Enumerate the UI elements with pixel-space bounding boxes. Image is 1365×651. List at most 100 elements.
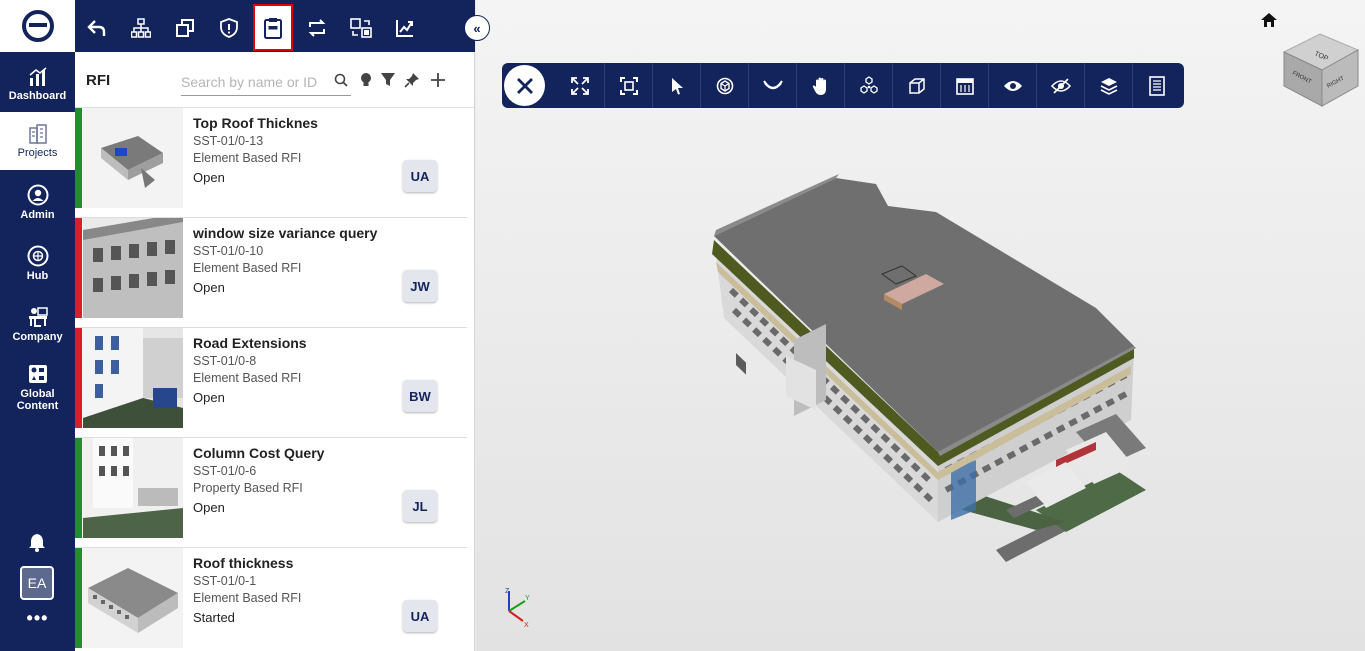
assignee-badge[interactable]: JL [403, 490, 437, 522]
fit-view-button[interactable] [604, 63, 652, 108]
rfi-id: SST-01/0-8 [193, 354, 257, 368]
rfi-panel: RFI To [75, 52, 475, 651]
expand-icon [571, 76, 589, 95]
back-button[interactable] [77, 6, 117, 50]
rfi-thumbnail [83, 328, 183, 428]
analytics-button[interactable] [385, 6, 425, 50]
status-color-bar [75, 548, 82, 648]
rfi-type: Element Based RFI [193, 261, 302, 275]
sync-icon [308, 19, 326, 37]
nav-global-content[interactable]: Global Content [0, 356, 75, 418]
hide-button[interactable] [1036, 63, 1084, 108]
axis-y-label: Y [525, 595, 530, 602]
status-color-bar [75, 438, 82, 538]
add-rfi-button[interactable] [429, 71, 447, 94]
rfi-type: Property Based RFI [193, 481, 303, 495]
view-navigation-cube[interactable]: TOP FRONT RIGHT [1282, 30, 1362, 110]
issues-button[interactable] [209, 6, 249, 50]
search-icon[interactable] [334, 73, 348, 92]
rfi-card[interactable]: Road Extensions SST-01/0-8 Element Based… [75, 328, 467, 438]
look-curve-icon [762, 79, 783, 89]
section-box-button[interactable] [892, 63, 940, 108]
company-logo[interactable] [0, 0, 75, 52]
nav-hub[interactable]: Hub [0, 234, 75, 292]
left-nav-rail: Dashboard Projects Admin Hub Company Glo… [0, 0, 75, 651]
hierarchy-icon [131, 18, 151, 38]
compare-icon [350, 18, 372, 38]
orbit-tool-button[interactable] [700, 63, 748, 108]
rfi-title: Top Roof Thicknes [193, 115, 318, 131]
document-icon [1148, 75, 1165, 96]
status-color-bar [75, 108, 82, 208]
rfi-title: Column Cost Query [193, 445, 325, 461]
rfi-thumbnail [83, 218, 183, 318]
compare-button[interactable] [341, 6, 381, 50]
rfi-status: Open [193, 170, 225, 185]
axis-x-label: X [524, 622, 529, 629]
building-3d-model[interactable] [676, 170, 1176, 600]
rfi-thumbnail [83, 108, 183, 208]
nav-admin[interactable]: Admin [0, 173, 75, 231]
properties-button[interactable] [1132, 63, 1180, 108]
user-avatar[interactable]: EA [20, 566, 54, 600]
notifications-button[interactable] [27, 532, 47, 557]
nav-hub-label: Hub [26, 269, 49, 282]
pin-icon[interactable] [404, 72, 420, 93]
rfi-card[interactable]: Column Cost Query SST-01/0-6 Property Ba… [75, 438, 467, 548]
rfi-card[interactable]: Top Roof Thicknes SST-01/0-13 Element Ba… [75, 108, 467, 218]
orbit-icon [716, 77, 733, 94]
close-viewer-button[interactable] [504, 65, 545, 106]
rfi-card[interactable]: Roof thickness SST-01/0-1 Element Based … [75, 548, 467, 651]
status-color-bar [75, 218, 82, 318]
cube-outline-icon [908, 77, 925, 94]
rfi-card[interactable]: window size variance query SST-01/0-10 E… [75, 218, 467, 328]
fullscreen-button[interactable] [556, 63, 604, 108]
home-icon [1261, 13, 1277, 27]
section-plane-button[interactable] [940, 63, 988, 108]
rfi-title: Roof thickness [193, 555, 294, 571]
panel-title: RFI [86, 72, 111, 89]
undo-arrow-icon [87, 20, 106, 36]
more-menu-button[interactable]: ••• [0, 608, 75, 629]
nav-company[interactable]: Company [0, 295, 75, 353]
assignee-badge[interactable]: UA [403, 600, 437, 632]
search-input[interactable] [181, 68, 351, 96]
axis-z-label: Z [505, 588, 510, 595]
rfi-list: Top Roof Thicknes SST-01/0-13 Element Ba… [75, 108, 474, 651]
analytics-icon [396, 20, 413, 37]
copy-button[interactable] [165, 6, 205, 50]
layers-settings-icon [1100, 77, 1117, 95]
nav-projects-label: Projects [17, 146, 58, 159]
home-view-button[interactable] [1260, 12, 1278, 33]
cursor-icon [671, 77, 683, 94]
eye-icon [1003, 80, 1022, 91]
sync-button[interactable] [297, 6, 337, 50]
rfi-status: Open [193, 390, 225, 405]
rfi-id: SST-01/0-10 [193, 244, 264, 258]
lightbulb-icon[interactable] [359, 72, 373, 93]
rfi-thumbnail [83, 548, 183, 648]
filter-icon[interactable] [380, 72, 396, 93]
look-around-button[interactable] [748, 63, 796, 108]
hierarchy-button[interactable] [121, 6, 161, 50]
explode-view-button[interactable] [844, 63, 892, 108]
rfi-id: SST-01/0-1 [193, 574, 257, 588]
pan-tool-button[interactable] [796, 63, 844, 108]
panel-header: RFI [75, 52, 474, 108]
assignee-badge[interactable]: JW [403, 270, 437, 302]
assignee-badge[interactable]: UA [403, 160, 437, 192]
rfi-tool-button[interactable] [253, 4, 293, 51]
nav-dashboard[interactable]: Dashboard [0, 55, 75, 113]
layers-button[interactable] [1084, 63, 1132, 108]
fit-frame-icon [619, 76, 638, 95]
rfi-status: Open [193, 280, 225, 295]
model-viewer[interactable]: TOP FRONT RIGHT Z Y X [476, 0, 1365, 651]
hand-icon [812, 77, 826, 95]
assignee-badge[interactable]: BW [403, 380, 437, 412]
show-all-button[interactable] [988, 63, 1036, 108]
nav-projects[interactable]: Projects [0, 112, 75, 170]
chart-icon [29, 66, 46, 86]
section-plane-icon [955, 77, 974, 95]
select-tool-button[interactable] [652, 63, 700, 108]
collapse-panel-button[interactable]: « [464, 15, 490, 41]
